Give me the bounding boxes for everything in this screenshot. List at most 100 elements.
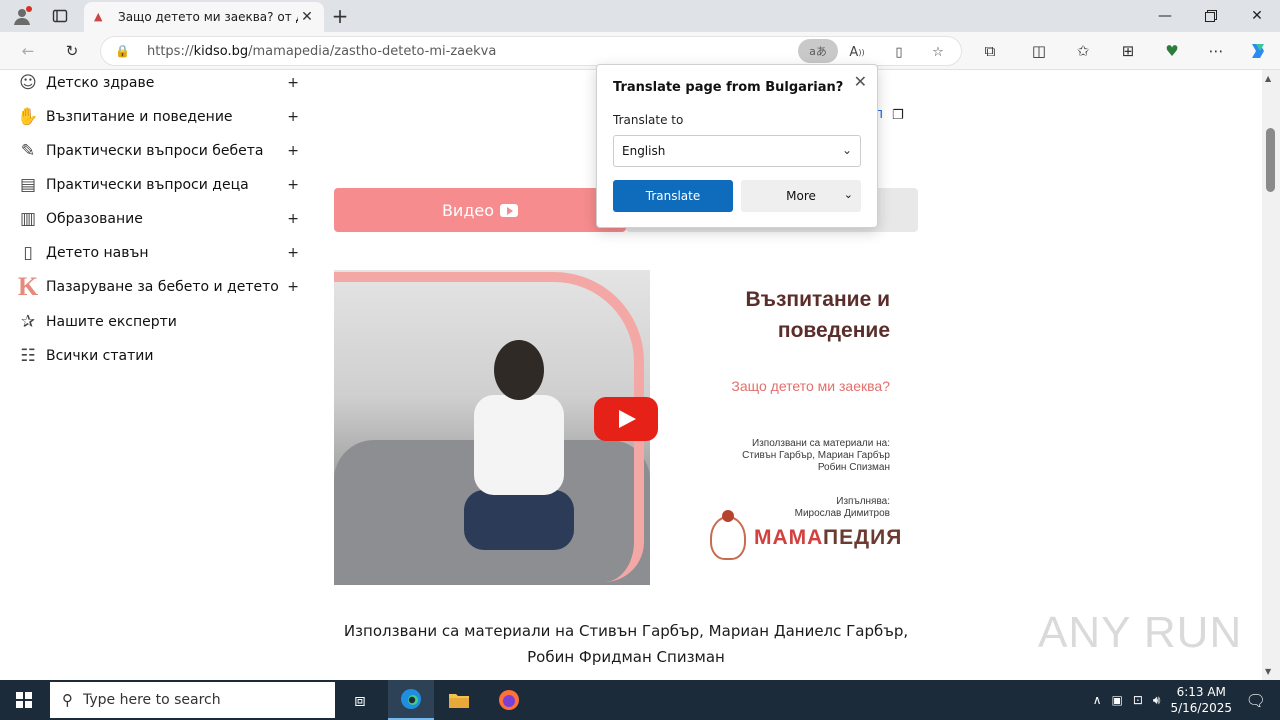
windows-taskbar: ⚲ Type here to search ⧈ ∧ ▣ ⊡ 🔊︎ 6:13 AM… — [0, 680, 1280, 720]
credits-line1: Стивън Гарбър, Мариан Гарбър — [742, 450, 890, 461]
copy-icon[interactable]: ❐ — [892, 108, 904, 123]
clock[interactable]: 6:13 AM 5/16/2025 — [1170, 684, 1232, 716]
translate-popup: Translate page from Bulgarian? ✕ Transla… — [596, 64, 878, 228]
video-player[interactable]: Възпитание и поведение Защо детето ми за… — [334, 270, 918, 585]
settings-more-icon[interactable]: ⋯ — [1202, 37, 1230, 65]
chevron-up-icon[interactable]: ∧ — [1093, 693, 1102, 707]
clock-time: 6:13 AM — [1176, 685, 1226, 699]
credits-line2: Робин Спизман — [817, 462, 890, 473]
sidebar-item-label: Всички статии — [46, 348, 154, 364]
browser-essentials-icon[interactable]: ♥ — [1158, 37, 1186, 65]
profile-icon[interactable] — [10, 4, 34, 28]
sidebar-item-label: Възпитание и поведение — [46, 109, 233, 125]
sidebar-item-label: Нашите експерти — [46, 314, 177, 330]
scroll-up-icon[interactable]: ▲ — [1265, 74, 1271, 83]
start-button[interactable] — [0, 680, 48, 720]
file-explorer-icon[interactable] — [436, 680, 482, 720]
list-icon: ☷ — [20, 346, 36, 366]
favorites-icon[interactable]: ✩ — [1069, 37, 1097, 65]
youtube-icon — [500, 203, 519, 217]
volume-icon[interactable]: 🔊︎ — [1153, 693, 1161, 708]
notification-icon[interactable]: 🗨︎ — [1246, 691, 1266, 710]
tab-title: Защо детето ми заеква? от Д-р — [118, 10, 298, 24]
article-caption: Използвани са материали на Стивън Гарбър… — [334, 618, 918, 670]
expand-plus-icon[interactable]: + — [287, 211, 299, 227]
url-host: kidso.bg — [193, 43, 249, 59]
restore-icon[interactable] — [1188, 0, 1234, 32]
baby-face-icon: ☺ — [19, 73, 37, 93]
edge-taskbar-icon[interactable] — [388, 680, 434, 720]
chevron-down-icon: ⌄ — [843, 188, 853, 201]
favicon-icon: ▲ — [94, 10, 103, 23]
sidebar-item-kids-questions[interactable]: ▤ Практически въпроси деца + — [14, 170, 299, 200]
firefox-icon[interactable] — [486, 680, 532, 720]
video-title-line2: поведение — [777, 319, 890, 342]
new-tab-icon[interactable]: + — [328, 4, 352, 28]
expand-plus-icon[interactable]: + — [287, 177, 299, 193]
url-path: /mamapedia/zastho-deteto-mi-zaekva — [248, 43, 497, 59]
sidebar-item-outdoors[interactable]: ▯ Детето навън + — [14, 238, 299, 268]
translate-to-label: Translate to — [613, 113, 684, 127]
youtube-play-button[interactable] — [594, 397, 658, 441]
tab-actions-icon[interactable] — [48, 4, 72, 28]
close-popup-icon[interactable]: ✕ — [854, 72, 867, 91]
scroll-down-icon[interactable]: ▼ — [1265, 667, 1271, 676]
extensions-icon[interactable]: ⧉ — [976, 37, 1004, 65]
expand-plus-icon[interactable]: + — [287, 75, 299, 91]
clock-date: 5/16/2025 — [1170, 701, 1232, 715]
sidebar-item-shopping[interactable]: K Пазаруване за бебето и детето + — [14, 272, 299, 302]
address-bar[interactable]: 🔒 https://kidso.bg/mamapedia/zastho-dete… — [100, 36, 962, 66]
language-select[interactable]: English ⌄ — [613, 135, 861, 167]
more-button[interactable]: More ⌄ — [741, 180, 861, 212]
read-aloud-icon[interactable]: A)) — [844, 40, 870, 64]
sidebar-item-label: Детето навън — [46, 245, 149, 261]
sidebar-item-label: Практически въпроси деца — [46, 177, 249, 193]
network-icon[interactable]: ⊡ — [1133, 693, 1143, 707]
video-tab[interactable]: Видео — [334, 188, 626, 232]
book-icon: ▤ — [19, 175, 37, 195]
taskbar-search[interactable]: ⚲ Type here to search — [50, 682, 335, 718]
close-window-icon[interactable]: ✕ — [1234, 0, 1280, 32]
more-button-label: More — [786, 189, 816, 203]
active-tab[interactable]: ▲ Защо детето ми заеква? от Д-р ✕ — [84, 2, 324, 32]
sidebar-item-child-health[interactable]: ☺ Детско здраве + — [14, 70, 299, 98]
split-screen-icon[interactable]: ◫ — [1025, 37, 1053, 65]
search-icon: ⚲ — [62, 691, 73, 709]
windows-logo-icon — [16, 692, 32, 708]
refresh-icon[interactable]: ↻ — [58, 37, 86, 65]
chevron-down-icon: ⌄ — [841, 143, 852, 157]
page-scrollbar[interactable]: ▲ ▼ — [1262, 70, 1280, 680]
caption-line1: Използвани са материали на Стивън Гарбър… — [343, 622, 909, 640]
sidebar-item-label: Образование — [46, 211, 143, 227]
scroll-thumb[interactable] — [1266, 128, 1275, 192]
sidebar-item-label: Детско здраве — [46, 75, 155, 91]
expand-plus-icon[interactable]: + — [287, 143, 299, 159]
sidebar-item-experts[interactable]: ✰ Нашите експерти — [14, 307, 299, 337]
device-icon[interactable]: ▣ — [1112, 693, 1123, 707]
close-tab-icon[interactable]: ✕ — [298, 9, 316, 25]
notepad-pencil-icon: ✎ — [20, 141, 36, 161]
expand-plus-icon[interactable]: + — [287, 279, 299, 295]
immersive-reader-icon[interactable]: ▯ — [886, 40, 912, 64]
task-view-icon[interactable]: ⧈ — [337, 680, 383, 720]
translate-icon[interactable]: aあ — [798, 39, 838, 63]
collections-icon[interactable]: ⊞ — [1114, 37, 1142, 65]
sidebar-item-upbringing[interactable]: ✋ Възпитание и поведение + — [14, 102, 299, 132]
logo-part1: МАМА — [754, 526, 824, 549]
sidebar-item-education[interactable]: ▥ Образование + — [14, 204, 299, 234]
selected-language: English — [622, 144, 666, 158]
favorite-star-icon[interactable]: ☆ — [925, 40, 951, 64]
expand-plus-icon[interactable]: + — [287, 245, 299, 261]
back-icon[interactable]: ← — [14, 37, 42, 65]
copilot-icon[interactable] — [1244, 37, 1272, 65]
caption-line2: Робин Фридман Спизман — [527, 648, 725, 666]
video-card-subtitle: Защо детето ми заеква? — [731, 378, 890, 394]
sidebar-item-all-articles[interactable]: ☷ Всички статии — [14, 341, 299, 371]
search-placeholder: Type here to search — [83, 692, 221, 708]
video-card-credits: Използвани са материали на: Стивън Гарбъ… — [742, 438, 890, 474]
minimize-icon[interactable]: — — [1142, 0, 1188, 32]
sidebar-item-baby-questions[interactable]: ✎ Практически въпроси бебета + — [14, 136, 299, 166]
video-tab-label: Видео — [441, 200, 495, 220]
translate-button[interactable]: Translate — [613, 180, 733, 212]
expand-plus-icon[interactable]: + — [287, 109, 299, 125]
